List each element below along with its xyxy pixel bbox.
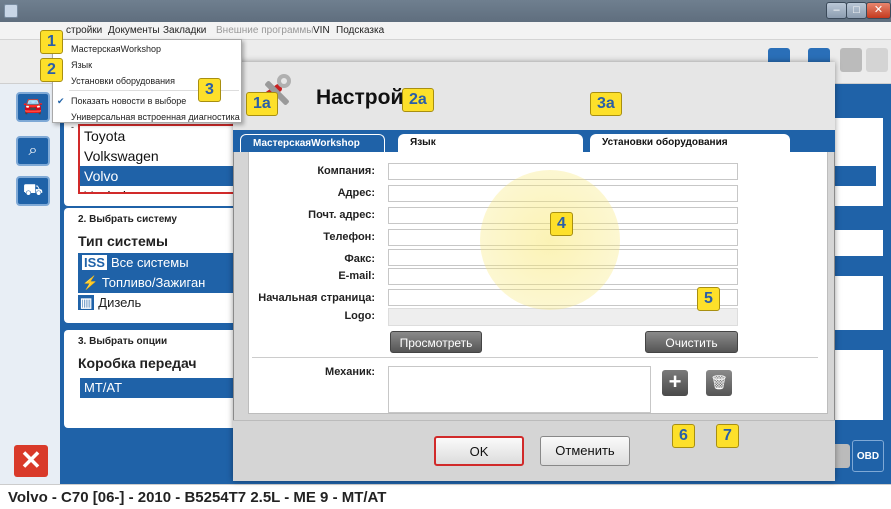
highlight-circle	[480, 170, 620, 310]
system-panel-heading: 2. Выбрать систему	[78, 214, 177, 225]
vehicle-status-text: Volvo - C70 [06-] - 2010 - B5254T7 2.5L …	[8, 489, 387, 506]
gear-toolbar-icon[interactable]	[866, 48, 888, 72]
callout-1a: 1a	[246, 92, 278, 116]
diesel-icon: ▥	[78, 295, 95, 310]
iss-badge: ISS	[82, 255, 107, 270]
car-icon[interactable]: 🚘	[16, 92, 50, 122]
logo-label: Logo:	[344, 310, 375, 322]
menu-item-language[interactable]: Язык	[71, 60, 92, 70]
title-bar	[0, 0, 891, 22]
callout-2: 2	[40, 58, 63, 82]
menu-item-show-news[interactable]: Показать новости в выборе	[71, 96, 186, 106]
postal-address-label: Почт. адрес:	[308, 209, 375, 221]
list-item[interactable]: Yuchai	[80, 186, 236, 192]
system-item-label: Все системы	[110, 255, 189, 270]
fax-label: Факс:	[344, 253, 375, 265]
dialog-title: Настройк	[316, 86, 414, 109]
list-item[interactable]: Volvo	[80, 166, 236, 186]
callout-1: 1	[40, 30, 63, 54]
callout-3: 3	[198, 78, 221, 102]
menu-help[interactable]: Подсказка	[336, 25, 384, 36]
tab-workshop[interactable]: МастерскаяWorkshop	[240, 134, 385, 152]
battery-toolbar-icon[interactable]	[840, 48, 862, 72]
list-item[interactable]: Volkswagen	[80, 146, 236, 166]
vehicle-list[interactable]: Toyota Volkswagen Volvo Yuchai	[78, 124, 238, 194]
mechanic-label: Механик:	[325, 366, 375, 378]
menu-external-programs[interactable]: Внешние программы	[216, 25, 313, 36]
homepage-label: Начальная страница:	[258, 292, 375, 304]
search-car-icon[interactable]: ⌕	[16, 136, 50, 166]
delete-mechanic-button[interactable]: 🗑	[706, 370, 732, 396]
menu-item-workshop[interactable]: МастерскаяWorkshop	[71, 44, 161, 54]
system-item-label: Дизель	[98, 295, 142, 310]
maximize-button[interactable]: □	[846, 2, 867, 19]
add-mechanic-button[interactable]: +	[662, 370, 688, 396]
obd-button[interactable]: OBD	[852, 440, 884, 472]
cancel-button[interactable]: Отменить	[540, 436, 630, 466]
system-type-heading: Тип системы	[78, 233, 168, 249]
menu-vin[interactable]: VIN	[313, 25, 330, 36]
mechanic-field[interactable]	[388, 366, 651, 413]
minimize-button[interactable]: –	[826, 2, 847, 19]
ok-button[interactable]: OK	[434, 436, 524, 466]
close-window-button[interactable]: ✕	[866, 2, 891, 19]
address-label: Адрес:	[337, 187, 375, 199]
options-panel-heading: 3. Выбрать опции	[78, 336, 168, 347]
system-item-fuel[interactable]: ⚡ Топливо/Зажиган	[78, 273, 239, 293]
view-button[interactable]: Просмотреть	[390, 331, 482, 353]
option-item-mtat[interactable]: MT/AT	[80, 378, 240, 398]
menu-item-universal-diagnostics[interactable]: Универсальная встроенная диагностика -	[71, 112, 241, 132]
callout-4: 4	[550, 212, 573, 236]
system-panel: 2. Выбрать систему Тип системы ISS Все си…	[64, 208, 239, 323]
system-item-diesel[interactable]: ▥ Дизель	[78, 293, 239, 313]
divider	[252, 357, 818, 358]
callout-5: 5	[697, 287, 720, 311]
company-label: Компания:	[317, 165, 375, 177]
fuel-icon: ⚡	[82, 275, 102, 290]
menu-bookmarks[interactable]: Закладки	[163, 25, 206, 36]
tab-language[interactable]: Язык	[398, 134, 583, 152]
clear-button[interactable]: Очистить	[645, 331, 738, 353]
tab-equipment[interactable]: Установки оборудования	[590, 134, 790, 152]
callout-2a: 2a	[402, 88, 434, 112]
callout-7: 7	[716, 424, 739, 448]
exit-button[interactable]: ✕	[14, 445, 48, 477]
menu-item-equipment[interactable]: Установки оборудования	[71, 76, 175, 86]
checkmark-icon: ✔	[57, 96, 65, 106]
app-icon	[4, 4, 18, 18]
system-item-label: Топливо/Зажиган	[101, 275, 206, 290]
car-service-icon[interactable]: ⛟	[16, 176, 50, 206]
system-item-all[interactable]: ISS Все системы	[78, 253, 239, 273]
trash-icon: 🗑	[710, 374, 728, 390]
gearbox-heading: Коробка передач	[78, 355, 197, 371]
status-bar: Volvo - C70 [06-] - 2010 - B5254T7 2.5L …	[0, 484, 891, 509]
callout-6: 6	[672, 424, 695, 448]
menu-documents[interactable]: Документы	[108, 25, 160, 36]
callout-3a: 3a	[590, 92, 622, 116]
logo-preview	[388, 308, 738, 326]
dialog-footer	[233, 420, 835, 481]
email-label: E-mail:	[338, 270, 375, 282]
phone-label: Телефон:	[323, 231, 375, 243]
menu-settings[interactable]: стройки	[66, 25, 102, 36]
